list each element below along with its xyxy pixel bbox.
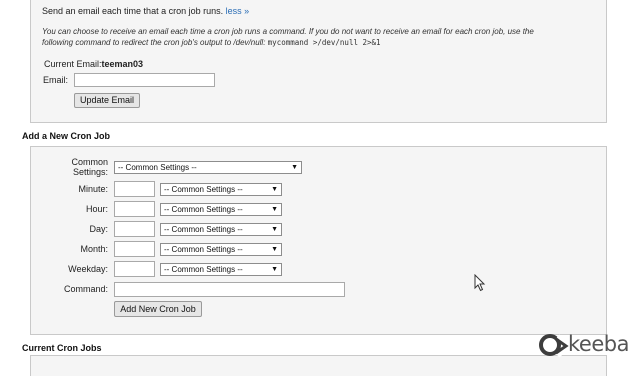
chevron-down-icon: ▼ [271, 246, 278, 253]
email-label: Email: [42, 75, 68, 85]
weekday-select[interactable]: -- Common Settings -- ▼ [160, 263, 282, 276]
chevron-down-icon: ▼ [291, 164, 298, 171]
email-note-line-2: following command to redirect the cron j… [42, 38, 381, 47]
day-select[interactable]: -- Common Settings -- ▼ [160, 223, 282, 236]
chevron-down-icon: ▼ [271, 186, 278, 193]
current-cron-jobs-title: Current Cron Jobs [22, 343, 102, 353]
weekday-label: Weekday: [68, 264, 108, 274]
command-label: Command: [63, 284, 108, 294]
less-link[interactable]: less » [226, 6, 250, 16]
common-settings-select-value: -- Common Settings -- [118, 163, 197, 172]
minute-select[interactable]: -- Common Settings -- ▼ [160, 183, 282, 196]
email-input[interactable] [74, 73, 215, 87]
logo-text: keeba [568, 332, 629, 356]
hour-select-value: -- Common Settings -- [164, 205, 243, 214]
add-cron-job-button[interactable]: Add New Cron Job [114, 301, 202, 317]
current-email-value: teeman03 [101, 59, 144, 69]
chevron-down-icon: ▼ [271, 206, 278, 213]
email-note-line-1: You can choose to receive an email each … [42, 27, 534, 36]
weekday-input[interactable] [114, 261, 155, 277]
weekday-select-value: -- Common Settings -- [164, 265, 243, 274]
chevron-down-icon: ▼ [271, 226, 278, 233]
add-cron-title: Add a New Cron Job [22, 131, 111, 141]
month-select[interactable]: -- Common Settings -- ▼ [160, 243, 282, 256]
common-settings-label-line-1: Common [71, 157, 108, 167]
mouse-cursor-icon [474, 274, 486, 292]
update-email-button[interactable]: Update Email [74, 93, 140, 108]
month-select-value: -- Common Settings -- [164, 245, 243, 254]
day-input[interactable] [114, 221, 155, 237]
watermark-logo: keeba [538, 330, 640, 360]
month-label: Month: [80, 244, 108, 254]
current-email-label: Current Email: [44, 59, 102, 69]
logo-mark-icon [539, 334, 572, 358]
email-note-command: mycommand >/dev/null 2>&1 [267, 38, 381, 47]
minute-input[interactable] [114, 181, 155, 197]
hour-label: Hour: [85, 204, 108, 214]
command-input[interactable] [114, 282, 345, 297]
email-intro: Send an email each time that a cron job … [42, 6, 249, 16]
common-settings-label: Common Settings: [30, 157, 108, 177]
chevron-down-icon: ▼ [271, 266, 278, 273]
common-settings-select[interactable]: -- Common Settings -- ▼ [114, 161, 302, 174]
common-settings-label-line-2: Settings: [72, 167, 108, 177]
email-note-text: following command to redirect the cron j… [42, 38, 266, 47]
current-email: Current Email:teeman03 [44, 59, 143, 69]
hour-input[interactable] [114, 201, 155, 217]
month-input[interactable] [114, 241, 155, 257]
minute-label: Minute: [78, 184, 108, 194]
current-cron-jobs-panel [30, 355, 607, 376]
day-label: Day: [89, 224, 108, 234]
email-intro-text: Send an email each time that a cron job … [42, 6, 224, 16]
minute-select-value: -- Common Settings -- [164, 185, 243, 194]
hour-select[interactable]: -- Common Settings -- ▼ [160, 203, 282, 216]
day-select-value: -- Common Settings -- [164, 225, 243, 234]
